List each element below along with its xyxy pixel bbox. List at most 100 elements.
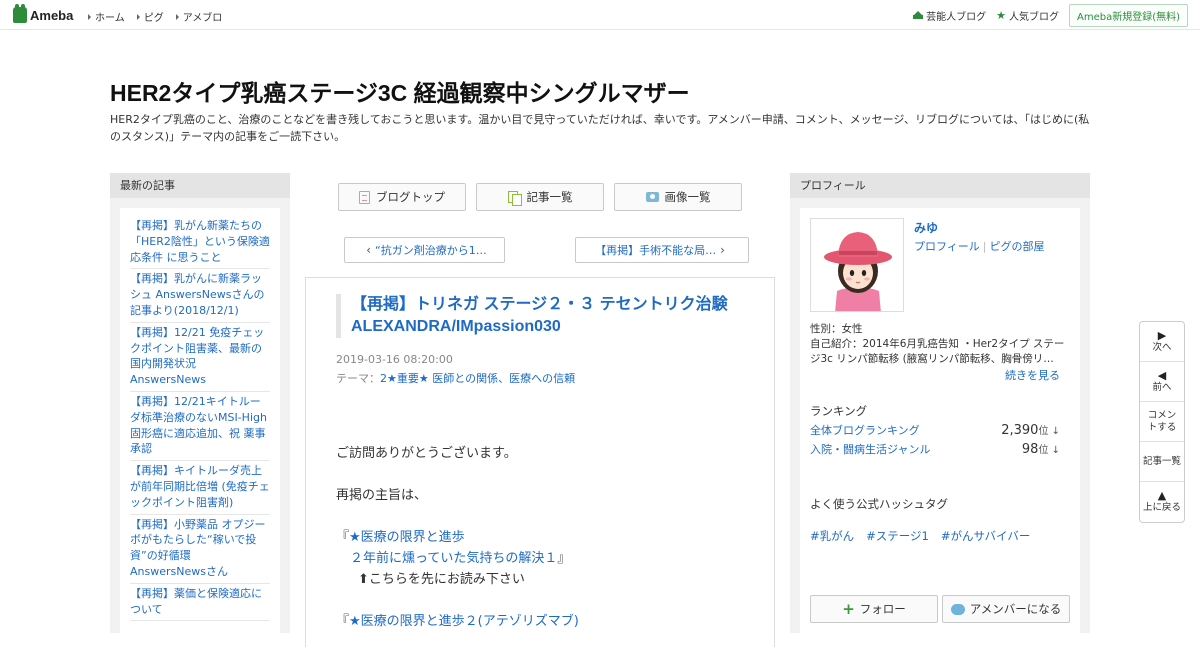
arrow-up-icon: ▲	[1157, 489, 1167, 502]
recent-articles-list: 【再掲】乳がん新薬たちの「HER2陰性」という保険適応条件 に思うこと 【再掲】…	[120, 208, 280, 638]
recent-article-link[interactable]: 【再掲】乳がん新薬たちの「HER2陰性」という保険適応条件 に思うこと	[130, 216, 270, 270]
recent-articles-panel: 最新の記事 【再掲】乳がん新薬たちの「HER2陰性」という保険適応条件 に思うこ…	[110, 173, 290, 638]
recent-article-link[interactable]: 【再掲】キイトルーダ売上が前年同期比倍増 (免疫チェックポイント阻害剤)	[130, 461, 270, 515]
top-right-links: 芸能人ブログ ★ 人気ブログ Ameba新規登録(無料)	[913, 0, 1200, 30]
recent-article-link[interactable]: 【再掲】薬価と保険適応について	[130, 584, 270, 622]
hashtag-link[interactable]: #ステージ1	[866, 528, 929, 544]
quote-bracket: 『	[336, 614, 350, 629]
global-nav: ホーム ピグ アメブロ	[88, 9, 234, 24]
follow-button[interactable]: + フォロー	[810, 595, 938, 623]
recent-articles-heading: 最新の記事	[110, 173, 290, 198]
float-prev-button[interactable]: ◀ 前へ	[1140, 362, 1184, 402]
profile-intro: 自己紹介：2014年6月乳癌告知 ・Her2タイプ ステージ3c リンパ節転移 …	[810, 338, 1065, 365]
ameba-logo[interactable]: Ameba	[13, 4, 74, 23]
recent-article-link[interactable]: 【再掲】12/21キイトルーダ标準治療のないMSI-High固形癌に適応追加、祝…	[130, 392, 270, 462]
floating-nav: ▶ 次へ ◀ 前へ コメントする 記事一覧 ▲ 上に戻る	[1139, 321, 1185, 523]
quote-bracket: 』	[557, 551, 571, 566]
nav-ameblo[interactable]: アメブロ	[175, 9, 223, 24]
hashtag-link[interactable]: #がんサバイバー	[941, 528, 1030, 544]
pigg-room-link[interactable]: ピグの部屋	[990, 240, 1045, 253]
signup-button[interactable]: Ameba新規登録(無料)	[1068, 3, 1188, 27]
popular-blog-label: 人気ブログ	[1008, 11, 1059, 23]
nav-pigg-label: ピグ	[143, 13, 164, 24]
profile-links: プロフィール | ピグの部屋	[914, 238, 1045, 254]
ranking-link[interactable]: 全体ブログランキング	[810, 422, 920, 438]
ameba-logo-icon	[13, 4, 27, 23]
avatar-image	[811, 219, 903, 311]
float-comment-label: コメントする	[1147, 409, 1177, 433]
article-date: 2019-03-16 08:20:00	[336, 353, 453, 366]
play-left-icon: ◀	[1157, 368, 1167, 382]
theme-label: テーマ：	[336, 372, 380, 385]
article-title-block: 【再掲】トリネガ ステージ２・３ テセントリク治験ALEXANDRA/IMpas…	[336, 294, 746, 338]
triangle-icon	[175, 13, 179, 20]
blog-nav-buttons: ブログトップ 記事一覧 画像一覧	[338, 183, 752, 211]
float-next-button[interactable]: ▶ 次へ	[1140, 322, 1184, 362]
blog-top-button[interactable]: ブログトップ	[338, 183, 466, 211]
play-right-icon: ▶	[1157, 328, 1167, 342]
ranking-unit: 位 ↓	[1038, 445, 1060, 456]
article-theme: テーマ：2★重要★ 医師との関係、医療への信頼	[336, 370, 575, 386]
ranking-value: 2,390	[1001, 423, 1039, 438]
float-prev-label: 前へ	[1152, 381, 1172, 393]
ranking-value: 98	[1021, 442, 1039, 457]
blog-description: HER2タイプ乳癌のこと、治療のことなどを書き残しておこうと思います。温かい目で…	[110, 113, 1090, 143]
body-link[interactable]: ★医療の限界と進歩２(アテゾリズマブ)	[349, 614, 579, 629]
ranking-heading: ランキング	[810, 404, 868, 418]
chevron-right-icon: ›	[720, 243, 725, 257]
float-list-button[interactable]: 記事一覧	[1140, 442, 1184, 482]
profile-gender: 性別：女性	[810, 323, 863, 335]
blog-title[interactable]: HER2タイプ乳癌ステージ3C 経過観察中シングルマザー	[110, 74, 690, 108]
body-link[interactable]: ２年前に燻っていた気持ちの解決１	[350, 551, 557, 566]
hashtag-heading: よく使う公式ハッシュタグ	[810, 497, 948, 511]
recent-article-link[interactable]: 【再掲】12/21 免疫チェックポイント阻害薬、最新の国内開発状況 Answer…	[130, 323, 270, 392]
nav-home[interactable]: ホーム	[88, 9, 125, 24]
float-top-label: 上に戻る	[1142, 502, 1181, 513]
nav-ameblo-label: アメブロ	[182, 13, 223, 24]
body-link[interactable]: ★医療の限界と進歩	[349, 530, 465, 545]
profile-box: みゆ プロフィール | ピグの部屋 性別：女性 自己紹介：2014年6月乳癌告知 ・…	[800, 208, 1080, 638]
chat-bubble-icon	[950, 603, 965, 615]
float-comment-button[interactable]: コメントする	[1140, 402, 1184, 442]
profile-name[interactable]: みゆ	[914, 219, 938, 236]
image-list-button[interactable]: 画像一覧	[614, 183, 742, 211]
article-list-button[interactable]: 記事一覧	[476, 183, 604, 211]
celebrity-blog-link[interactable]: 芸能人ブログ	[913, 8, 986, 23]
profile-link[interactable]: プロフィール	[914, 240, 980, 253]
amember-label: アメンバーになる	[969, 602, 1062, 616]
ranking-row: 全体ブログランキング 2,390位 ↓	[810, 422, 1060, 438]
article-body: ご訪問ありがとうございます。 再掲の主旨は、 『★医療の限界と進歩 ２年前に燻っ…	[336, 443, 756, 632]
ranking-link[interactable]: 入院・闘病生活ジャンル	[810, 441, 930, 457]
follow-label: フォロー	[859, 602, 906, 616]
article-title[interactable]: 【再掲】トリネガ ステージ２・３ テセントリク治験ALEXANDRA/IMpas…	[351, 294, 746, 338]
profile-info: 性別：女性 自己紹介：2014年6月乳癌告知 ・Her2タイプ ステージ3c リ…	[810, 322, 1072, 367]
recent-article-link[interactable]: 【再掲】乳がんに新薬ラッシュ AnswersNewsさんの記事より(2018/1…	[130, 269, 270, 323]
float-top-button[interactable]: ▲ 上に戻る	[1140, 482, 1184, 522]
theme-link[interactable]: 2★重要★ 医師との関係、医療への信頼	[380, 372, 575, 385]
next-article-button[interactable]: 【再掲】手術不能な局… ›	[575, 237, 749, 263]
article-list-label: 記事一覧	[526, 190, 573, 204]
float-next-label: 次へ	[1152, 341, 1172, 353]
celebrity-blog-label: 芸能人ブログ	[926, 11, 987, 23]
crown-icon	[913, 11, 924, 19]
nav-pigg[interactable]: ピグ	[136, 9, 164, 24]
hashtag-list: #乳がん #ステージ1 #がんサバイバー	[810, 528, 1042, 544]
prev-article-button[interactable]: ‹ “抗ガン剤治療から1…	[344, 237, 505, 263]
article: 【再掲】トリネガ ステージ２・３ テセントリク治験ALEXANDRA/IMpas…	[305, 277, 775, 647]
link-separator: |	[982, 240, 987, 253]
plus-icon: +	[842, 600, 855, 618]
image-list-label: 画像一覧	[664, 190, 711, 204]
body-note: ⬆こちらを先にお読み下さい	[358, 572, 525, 587]
logo-text: Ameba	[30, 7, 74, 23]
triangle-icon	[136, 13, 140, 20]
chevron-left-icon: ‹	[366, 243, 372, 257]
hashtag-link[interactable]: #乳がん	[810, 528, 854, 544]
pages-icon	[507, 190, 522, 206]
quote-bracket: 『	[336, 530, 350, 545]
nav-home-label: ホーム	[95, 13, 125, 24]
popular-blog-link[interactable]: ★ 人気ブログ	[996, 8, 1059, 23]
avatar[interactable]	[810, 218, 904, 312]
amember-button[interactable]: アメンバーになる	[942, 595, 1070, 623]
recent-article-link[interactable]: 【再掲】小野薬品 オプジーボがもたらした“稼いで投資”の好循環 AnswersN…	[130, 515, 270, 584]
read-more-link[interactable]: 続きを見る	[1005, 367, 1060, 383]
